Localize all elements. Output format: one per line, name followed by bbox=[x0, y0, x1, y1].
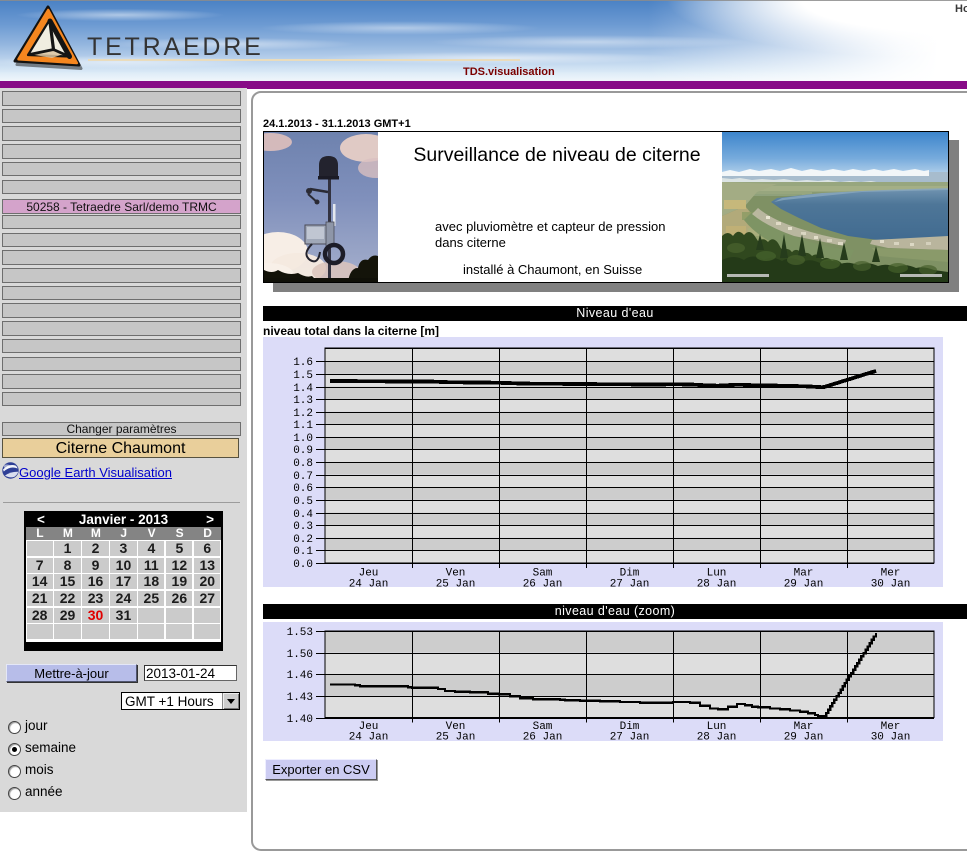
svg-text:24 Jan: 24 Jan bbox=[349, 732, 389, 741]
svg-text:29 Jan: 29 Jan bbox=[784, 732, 824, 741]
svg-text:1.53: 1.53 bbox=[287, 627, 313, 639]
svg-text:1.6: 1.6 bbox=[293, 357, 313, 369]
svg-text:30 Jan: 30 Jan bbox=[871, 578, 911, 587]
svg-text:26 Jan: 26 Jan bbox=[523, 732, 563, 741]
svg-text:1.1: 1.1 bbox=[293, 420, 313, 432]
svg-text:0.7: 0.7 bbox=[293, 471, 313, 483]
svg-text:1.40: 1.40 bbox=[287, 714, 313, 726]
svg-text:0.2: 0.2 bbox=[293, 534, 313, 546]
svg-text:1.0: 1.0 bbox=[293, 433, 313, 445]
svg-text:0.5: 0.5 bbox=[293, 496, 313, 508]
svg-text:0.3: 0.3 bbox=[293, 521, 313, 533]
svg-text:1.46: 1.46 bbox=[287, 670, 313, 682]
svg-text:1.3: 1.3 bbox=[293, 395, 313, 407]
svg-text:0.0: 0.0 bbox=[293, 559, 313, 571]
svg-text:1.2: 1.2 bbox=[293, 408, 313, 420]
svg-text:0.6: 0.6 bbox=[293, 483, 313, 495]
svg-text:1.43: 1.43 bbox=[287, 692, 313, 704]
svg-text:0.9: 0.9 bbox=[293, 445, 313, 457]
svg-text:0.1: 0.1 bbox=[293, 546, 313, 558]
svg-text:26 Jan: 26 Jan bbox=[523, 578, 563, 587]
svg-text:25 Jan: 25 Jan bbox=[436, 578, 476, 587]
svg-text:1.5: 1.5 bbox=[293, 370, 313, 382]
svg-text:27 Jan: 27 Jan bbox=[610, 578, 650, 587]
svg-text:0.4: 0.4 bbox=[293, 509, 313, 521]
svg-text:27 Jan: 27 Jan bbox=[610, 732, 650, 741]
svg-text:28 Jan: 28 Jan bbox=[697, 732, 737, 741]
svg-text:29 Jan: 29 Jan bbox=[784, 578, 824, 587]
svg-text:0.8: 0.8 bbox=[293, 458, 313, 470]
svg-text:25 Jan: 25 Jan bbox=[436, 732, 476, 741]
svg-text:30 Jan: 30 Jan bbox=[871, 732, 911, 741]
svg-text:28 Jan: 28 Jan bbox=[697, 578, 737, 587]
svg-text:1.50: 1.50 bbox=[287, 649, 313, 661]
svg-text:24 Jan: 24 Jan bbox=[349, 578, 389, 587]
svg-text:1.4: 1.4 bbox=[293, 383, 313, 395]
